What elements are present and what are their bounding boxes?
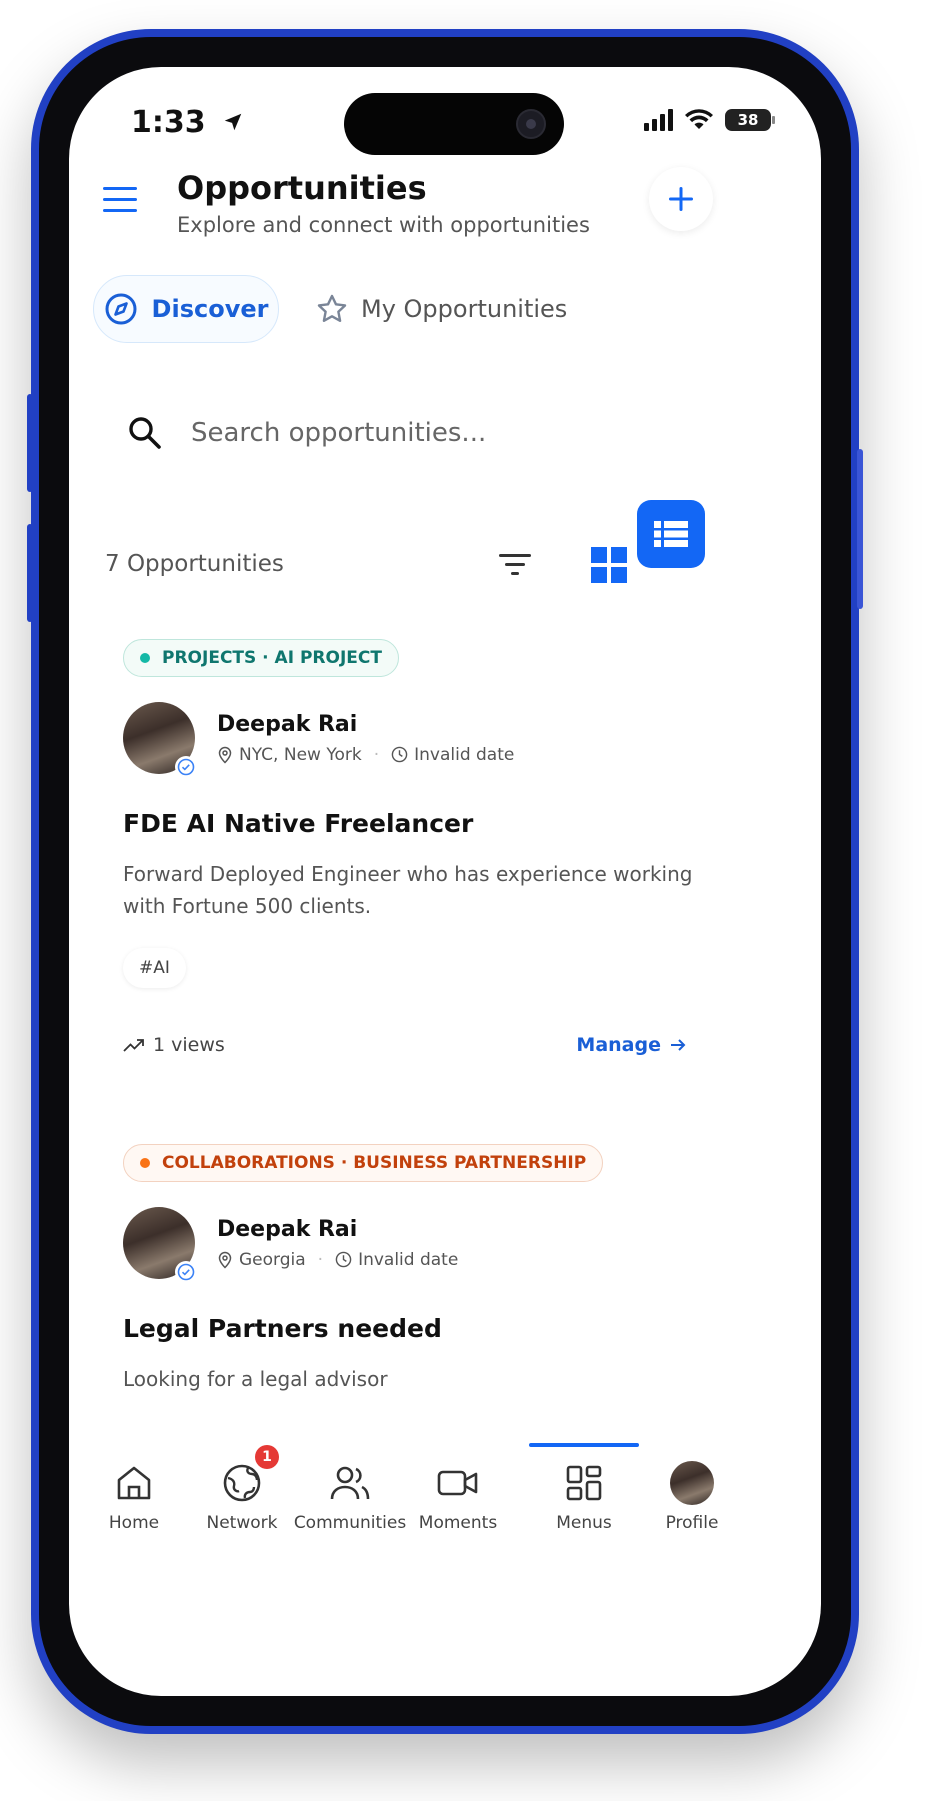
manage-button[interactable]: Manage	[576, 1034, 687, 1056]
views-text: 1 views	[153, 1034, 225, 1056]
meta-separator: ·	[373, 744, 380, 765]
manage-label: Manage	[576, 1034, 661, 1056]
compass-icon	[105, 293, 137, 325]
results-count: 7 Opportunities	[105, 551, 284, 577]
location-pin-icon	[218, 746, 232, 764]
volume-down-button	[27, 524, 33, 622]
author-info: Deepak Rai NYC, New York · Invalid date	[217, 712, 514, 765]
nav-item-communities[interactable]: Communities	[293, 1443, 407, 1533]
status-time: 1:33	[131, 105, 244, 140]
clock-icon	[391, 746, 408, 763]
grid-icon	[564, 1459, 604, 1507]
views-count: 1 views	[123, 1034, 225, 1056]
category-chip: PROJECTS · AI PROJECT	[123, 639, 399, 677]
location-arrow-icon	[224, 113, 242, 131]
signal-icon	[644, 109, 673, 131]
dynamic-island	[344, 93, 564, 155]
clock-icon	[335, 1251, 352, 1268]
location-pin-icon	[218, 1251, 232, 1269]
add-opportunity-button[interactable]	[649, 167, 713, 231]
nav-label: Profile	[665, 1513, 719, 1533]
opportunity-description: Looking for a legal advisor	[123, 1367, 388, 1391]
tab-discover-label: Discover	[151, 295, 269, 323]
nav-item-home[interactable]: Home	[79, 1443, 189, 1533]
hashtag-chip[interactable]: #AI	[123, 948, 186, 988]
search-input[interactable]: Search opportunities...	[127, 401, 687, 465]
category-label: PROJECTS · AI PROJECT	[162, 648, 382, 668]
date-text: Invalid date	[358, 1249, 459, 1270]
avatar[interactable]	[123, 702, 197, 778]
author-name[interactable]: Deepak Rai	[217, 1217, 458, 1242]
tab-discover[interactable]: Discover	[93, 275, 279, 343]
network-badge: 1	[255, 1445, 279, 1469]
opportunity-title[interactable]: Legal Partners needed	[123, 1314, 723, 1343]
arrow-right-icon	[671, 1039, 686, 1051]
status-icons: 38	[644, 109, 775, 131]
hamburger-menu-icon[interactable]	[101, 179, 141, 219]
battery-level: 38	[737, 111, 759, 129]
status-time-text: 1:33	[131, 105, 206, 140]
tab-my-opportunities[interactable]: My Opportunities	[315, 275, 567, 343]
nav-item-network[interactable]: 1 Network	[187, 1443, 297, 1533]
card-footer: 1 views Manage	[123, 1034, 687, 1056]
power-button	[857, 449, 863, 609]
nav-label: Communities	[293, 1513, 407, 1533]
category-chip: COLLABORATIONS · BUSINESS PARTNERSHIP	[123, 1144, 604, 1182]
location-text: Georgia	[239, 1249, 306, 1270]
filter-icon[interactable]	[495, 545, 535, 585]
meta-separator: ·	[317, 1249, 324, 1270]
search-icon	[129, 417, 161, 449]
bottom-nav: Home 1 Network Communities Moments Menus…	[69, 1443, 821, 1553]
category-label: COLLABORATIONS · BUSINESS PARTNERSHIP	[162, 1153, 587, 1173]
tab-my-opportunities-label: My Opportunities	[361, 295, 568, 323]
trending-up-icon	[123, 1039, 144, 1052]
nav-item-profile[interactable]: Profile	[637, 1443, 747, 1533]
search-placeholder: Search opportunities...	[191, 418, 487, 448]
avatar	[670, 1459, 714, 1507]
bezel: 1:33 38 Opportunities Explore and connec…	[39, 37, 851, 1726]
nav-label: Menus	[556, 1513, 612, 1533]
list-view-icon	[654, 521, 688, 547]
list-view-button[interactable]	[637, 500, 705, 568]
opportunity-description: Forward Deployed Engineer who has experi…	[123, 862, 693, 918]
globe-icon: 1	[221, 1445, 279, 1507]
phone-frame: 1:33 38 Opportunities Explore and connec…	[27, 29, 863, 1734]
opportunity-card[interactable]: PROJECTS · AI PROJECT Deepak Rai NYC, Ne…	[123, 639, 723, 1056]
home-icon	[114, 1459, 154, 1507]
wifi-icon	[685, 109, 713, 129]
people-icon	[329, 1459, 371, 1507]
avatar[interactable]	[123, 1207, 197, 1283]
volume-up-button	[27, 394, 33, 492]
screen: 1:33 38 Opportunities Explore and connec…	[69, 67, 821, 1696]
nav-label: Moments	[418, 1513, 498, 1533]
opportunity-title[interactable]: FDE AI Native Freelancer	[123, 809, 723, 838]
verified-icon	[175, 1261, 197, 1283]
nav-label: Home	[108, 1513, 160, 1533]
nav-item-moments[interactable]: Moments	[403, 1443, 513, 1533]
opportunity-card[interactable]: COLLABORATIONS · BUSINESS PARTNERSHIP De…	[123, 1144, 723, 1395]
verified-icon	[175, 756, 197, 778]
author-meta: NYC, New York · Invalid date	[217, 745, 514, 765]
grid-view-icon[interactable]	[585, 541, 633, 589]
plus-icon	[669, 187, 693, 211]
camera-icon	[516, 109, 546, 139]
category-dot	[140, 1158, 150, 1168]
page-subtitle: Explore and connect with opportunities	[177, 213, 590, 237]
battery-icon: 38	[725, 109, 775, 131]
page-title: Opportunities	[177, 169, 427, 207]
author-info: Deepak Rai Georgia · Invalid date	[217, 1217, 458, 1270]
star-icon	[317, 294, 347, 322]
author-meta: Georgia · Invalid date	[217, 1250, 458, 1270]
nav-item-menus[interactable]: Menus	[529, 1443, 639, 1533]
date-text: Invalid date	[414, 744, 515, 765]
location-text: NYC, New York	[239, 744, 362, 765]
author-row: Deepak Rai NYC, New York · Invalid date	[123, 701, 723, 778]
nav-label: Network	[206, 1513, 278, 1533]
author-row: Deepak Rai Georgia · Invalid date	[123, 1206, 723, 1283]
category-dot	[140, 653, 150, 663]
author-name[interactable]: Deepak Rai	[217, 712, 514, 737]
video-icon	[436, 1459, 480, 1507]
